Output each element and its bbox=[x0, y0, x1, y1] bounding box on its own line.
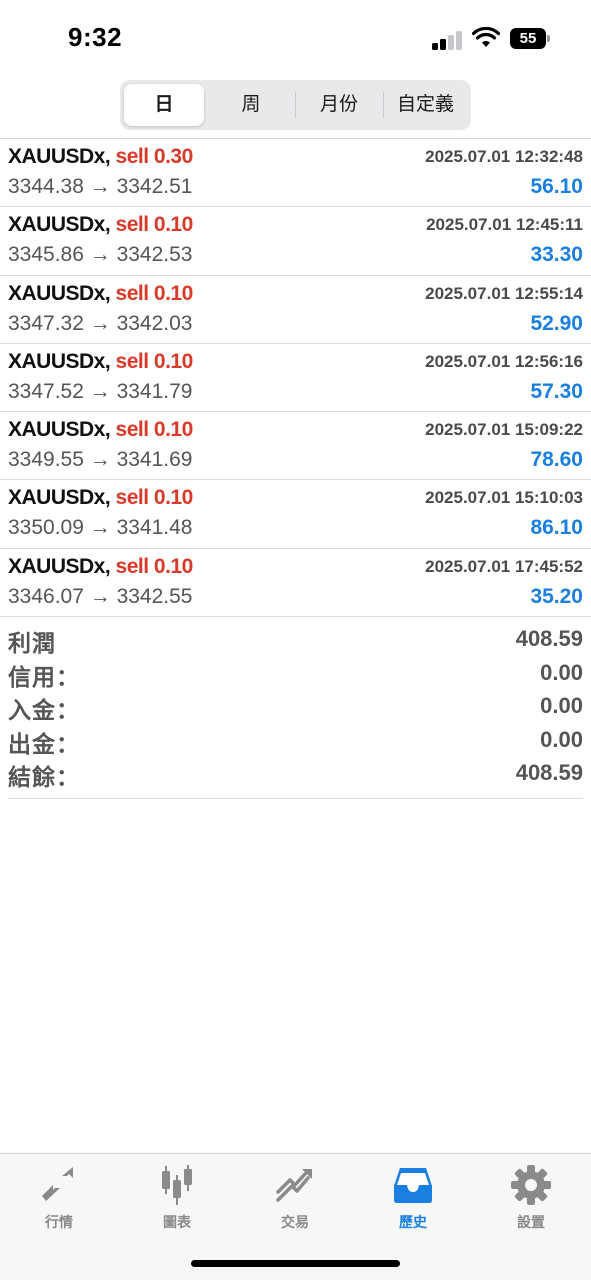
trade-time: 2025.07.01 12:55:14 bbox=[425, 283, 583, 303]
settings-icon bbox=[511, 1165, 551, 1205]
summary-row-withdrawal: 出金： 0.00 bbox=[8, 723, 583, 757]
trade-row[interactable]: XAUUSDx, sell 0.10 2025.07.01 12:55:14 3… bbox=[0, 276, 591, 344]
trade-profit: 33.30 bbox=[530, 243, 583, 267]
trade-side: sell 0.10 bbox=[115, 281, 194, 305]
summary-row-balance: 結餘： 408.59 bbox=[8, 756, 583, 790]
trade-time: 2025.07.01 12:32:48 bbox=[425, 147, 583, 166]
summary-row-credit: 信用： 0.00 bbox=[8, 656, 583, 690]
segment-day[interactable]: 日 bbox=[124, 84, 204, 126]
tab-settings[interactable]: 設置 bbox=[472, 1162, 590, 1232]
trade-symbol: XAUUSDx, sell 0.30 bbox=[8, 145, 194, 168]
tab-chart[interactable]: 圖表 bbox=[118, 1162, 236, 1232]
trade-row[interactable]: XAUUSDx, sell 0.10 2025.07.01 15:09:22 3… bbox=[0, 412, 591, 481]
trade-time: 2025.07.01 15:09:22 bbox=[425, 420, 583, 440]
trade-icon bbox=[276, 1169, 312, 1202]
summary-value: 408.59 bbox=[515, 760, 583, 785]
trade-row[interactable]: XAUUSDx, sell 0.10 2025.07.01 12:56:16 3… bbox=[0, 344, 591, 413]
trade-prices: 3344.38 → 3342.51 bbox=[8, 175, 193, 198]
summary-label: 信用： bbox=[8, 663, 80, 690]
trade-symbol: XAUUSDx, sell 0.10 bbox=[8, 281, 194, 305]
trade-prices: 3347.52 → 3341.79 bbox=[8, 379, 193, 403]
trade-row[interactable]: XAUUSDx, sell 0.10 2025.07.01 17:45:52 3… bbox=[0, 549, 591, 618]
trade-side: sell 0.10 bbox=[115, 418, 194, 442]
trade-profit: 78.60 bbox=[530, 448, 583, 472]
trade-profit: 86.10 bbox=[530, 516, 583, 540]
tab-label: 圖表 bbox=[163, 1214, 191, 1230]
segment-custom[interactable]: 自定義 bbox=[384, 84, 467, 126]
tab-quotes[interactable]: 行情 bbox=[0, 1162, 118, 1232]
trade-time: 2025.07.01 12:45:11 bbox=[426, 215, 583, 235]
tab-label: 歷史 bbox=[399, 1214, 427, 1230]
trade-profit: 35.20 bbox=[530, 584, 583, 608]
history-icon bbox=[394, 1168, 432, 1203]
summary-label: 結餘： bbox=[8, 764, 80, 790]
summary-row-profit: 利潤 408.59 bbox=[8, 622, 583, 656]
trade-side: sell 0.10 bbox=[115, 554, 194, 578]
trade-prices: 3349.55 → 3341.69 bbox=[8, 448, 193, 472]
chart-icon bbox=[162, 1165, 192, 1205]
segment-month[interactable]: 月份 bbox=[296, 84, 382, 126]
trade-symbol: XAUUSDx, sell 0.10 bbox=[8, 213, 193, 237]
trade-prices: 3346.07 → 3342.55 bbox=[8, 584, 193, 608]
trade-time: 2025.07.01 12:56:16 bbox=[425, 351, 583, 371]
home-indicator bbox=[191, 1260, 400, 1267]
summary-label: 利潤 bbox=[8, 630, 56, 656]
wifi-icon bbox=[471, 26, 501, 49]
summary-value: 0.00 bbox=[540, 693, 583, 718]
status-bar: 9:32 55 bbox=[0, 0, 591, 76]
trade-profit: 52.90 bbox=[530, 311, 583, 335]
battery-level: 55 bbox=[510, 28, 546, 49]
period-segmented-control: 日 周 月份 自定義 bbox=[120, 80, 471, 130]
battery-icon: 55 bbox=[510, 28, 550, 49]
trade-time: 2025.07.01 15:10:03 bbox=[425, 488, 583, 508]
trade-symbol: XAUUSDx, sell 0.10 bbox=[8, 349, 194, 373]
summary-value: 0.00 bbox=[540, 726, 583, 752]
summary-value: 0.00 bbox=[540, 659, 583, 685]
trade-prices: 3345.86 → 3342.53 bbox=[8, 243, 193, 267]
tab-history[interactable]: 歷史 bbox=[354, 1162, 472, 1232]
summary-label: 入金： bbox=[8, 697, 80, 723]
trade-row[interactable]: XAUUSDx, sell 0.10 2025.07.01 15:10:03 3… bbox=[0, 480, 591, 549]
trade-symbol: XAUUSDx, sell 0.10 bbox=[8, 418, 193, 442]
trade-prices: 3347.32 → 3342.03 bbox=[8, 311, 193, 335]
cellular-signal-icon bbox=[432, 30, 462, 50]
trade-profit: 56.10 bbox=[530, 175, 583, 198]
trade-prices: 3350.09 → 3341.48 bbox=[8, 516, 193, 540]
tab-trade[interactable]: 交易 bbox=[236, 1162, 354, 1232]
summary-label: 出金： bbox=[8, 730, 80, 757]
trade-symbol: XAUUSDx, sell 0.10 bbox=[8, 486, 193, 510]
trade-row[interactable]: XAUUSDx, sell 0.10 2025.07.01 12:45:11 3… bbox=[0, 207, 591, 276]
summary-row-deposit: 入金： 0.00 bbox=[8, 689, 583, 723]
trade-side: sell 0.10 bbox=[115, 349, 194, 373]
summary-value: 408.59 bbox=[515, 626, 583, 651]
quotes-icon bbox=[42, 1167, 73, 1201]
trade-symbol: XAUUSDx, sell 0.10 bbox=[8, 554, 194, 578]
tab-label: 行情 bbox=[45, 1214, 73, 1230]
trade-side: sell 0.30 bbox=[115, 145, 194, 168]
trade-side: sell 0.10 bbox=[115, 213, 194, 237]
trade-profit: 57.30 bbox=[530, 379, 583, 403]
tab-label: 設置 bbox=[517, 1214, 545, 1230]
trade-side: sell 0.10 bbox=[115, 486, 194, 510]
segment-week[interactable]: 周 bbox=[208, 84, 294, 126]
status-time: 9:32 bbox=[68, 22, 123, 52]
trade-time: 2025.07.01 17:45:52 bbox=[425, 556, 583, 576]
trade-history-list: XAUUSDx, sell 0.30 2025.07.01 12:32:48 3… bbox=[0, 138, 591, 618]
trade-row[interactable]: XAUUSDx, sell 0.30 2025.07.01 12:32:48 3… bbox=[0, 139, 591, 208]
tab-label: 交易 bbox=[281, 1214, 309, 1230]
account-summary: 利潤 408.59 信用： 0.00 入金： 0.00 出金： 0.00 結餘：… bbox=[8, 622, 583, 799]
